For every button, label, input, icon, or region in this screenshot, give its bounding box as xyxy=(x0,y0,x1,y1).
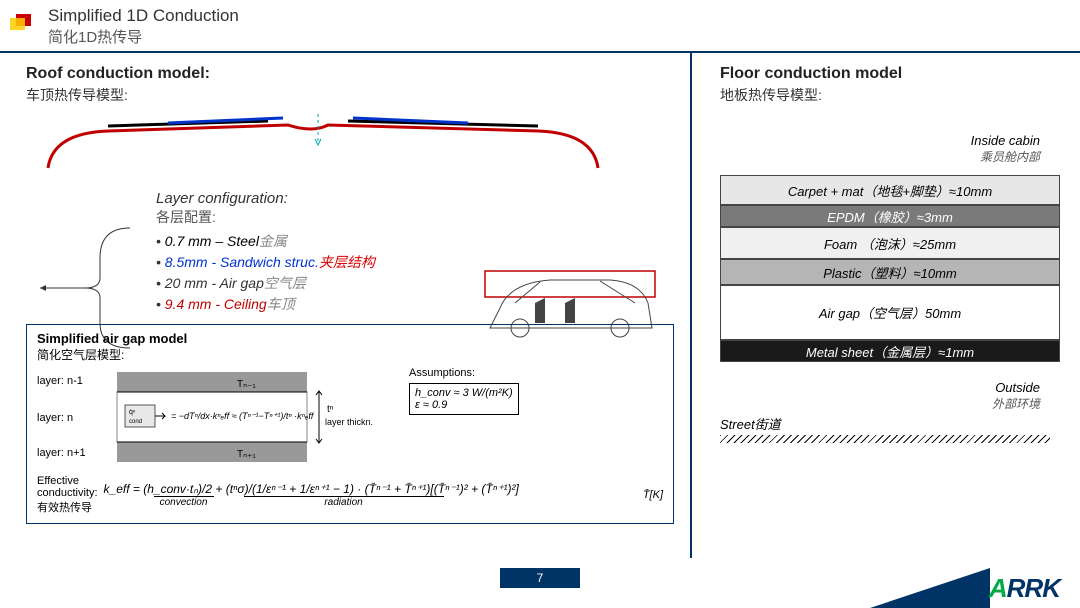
assumptions-title: Assumptions: xyxy=(409,367,519,379)
svg-text:tⁿ: tⁿ xyxy=(327,404,334,415)
radiation-label: radiation xyxy=(244,496,444,508)
airgap-title: Simplified air gap model xyxy=(37,331,663,346)
roof-profile-diagram xyxy=(18,113,618,183)
right-column: Floor conduction model 地板热传导模型: Inside c… xyxy=(692,53,1080,558)
keff-formula: k_eff = (h_conv·tₙ)/2 + (tⁿσ)/(1/εⁿ⁻¹ + … xyxy=(104,482,519,496)
street-hatch-icon xyxy=(720,435,1050,443)
svg-text:= −dTⁿ/dx·kⁿₑff ≈ (Tⁿ⁻¹−Tⁿ⁺¹)/: = −dTⁿ/dx·kⁿₑff ≈ (Tⁿ⁻¹−Tⁿ⁺¹)/tⁿ ·kⁿₑff xyxy=(171,411,315,421)
label-layer-n: layer: n xyxy=(37,412,73,424)
footer-triangle-icon xyxy=(870,568,990,608)
layer-config-sub: 各层配置: xyxy=(156,207,674,227)
svg-text:layer thickn.: layer thickn. xyxy=(325,417,373,427)
page-number: 7 xyxy=(500,568,580,588)
layer-epdm: EPDM（橡胶）≈3mm xyxy=(720,205,1060,227)
assumptions: Assumptions: h_conv ≈ 3 W/(m²K) ε ≈ 0.9 xyxy=(409,367,519,467)
svg-text:Tₙ₊₁: Tₙ₊₁ xyxy=(237,449,256,460)
brand-logo: ARRK xyxy=(989,573,1060,604)
label-layer-np1: layer: n+1 xyxy=(37,447,86,459)
roof-title: Roof conduction model: xyxy=(26,65,674,83)
layer-config-title: Layer configuration: xyxy=(156,190,674,207)
left-column: Roof conduction model: 车顶热传导模型: Layer co… xyxy=(0,53,690,558)
street-label: Street街道 xyxy=(720,414,781,433)
layer-carpet: Carpet + mat（地毯+脚垫）≈10mm xyxy=(720,175,1060,205)
outside-label: Outside 外部环境 xyxy=(720,380,1040,412)
floor-layer-stack: Inside cabin 乘员舱内部 Carpet + mat（地毯+脚垫）≈1… xyxy=(720,133,1060,443)
layer-foam: Foam （泡沫）≈25mm xyxy=(720,227,1060,259)
assumption-values: h_conv ≈ 3 W/(m²K) ε ≈ 0.9 xyxy=(409,383,519,415)
layer-metal: Metal sheet（金属层）≈1mm xyxy=(720,340,1060,362)
title-chinese: 简化1D热传导 xyxy=(48,26,239,47)
logo-icon xyxy=(10,6,40,30)
airgap-sub: 简化空气层模型: xyxy=(37,346,663,363)
layer-steel: 0.7 mm – Steel金属 xyxy=(156,231,674,251)
svg-text:q̇ⁿ: q̇ⁿ xyxy=(129,409,136,416)
layer-plastic: Plastic（塑料）≈10mm xyxy=(720,259,1060,285)
slide-header: Simplified 1D Conduction 简化1D热传导 xyxy=(0,0,1080,53)
keff-label: Effective conductivity: 有效热传导 xyxy=(37,475,98,515)
label-layer-nm1: layer: n-1 xyxy=(37,375,83,387)
keff-equation: Effective conductivity: 有效热传导 k_eff = (h… xyxy=(37,475,663,515)
slide-footer: 7 ARRK xyxy=(0,568,1080,608)
floor-subtitle: 地板热传导模型: xyxy=(720,85,1060,105)
convection-label: convection xyxy=(154,496,214,508)
t-axis-label: T̄[K] xyxy=(643,489,663,501)
svg-text:Tₙ₋₁: Tₙ₋₁ xyxy=(237,379,256,390)
inside-label: Inside cabin 乘员舱内部 xyxy=(720,133,1040,165)
airgap-diagram: Tₙ₋₁ Tₙ₊₁ q̇ⁿ cond = −dTⁿ/dx·kⁿₑff ≈ (Tⁿ⁻… xyxy=(37,367,387,467)
airgap-model-box: Simplified air gap model 简化空气层模型: Tₙ₋₁ T… xyxy=(26,324,674,524)
floor-title: Floor conduction model xyxy=(720,65,1060,83)
roof-subtitle: 车顶热传导模型: xyxy=(26,85,674,105)
title-english: Simplified 1D Conduction xyxy=(48,6,239,26)
street-row: Street街道 xyxy=(720,414,1060,433)
layer-airgap: Air gap（空气层）50mm xyxy=(720,285,1060,340)
main-content: Roof conduction model: 车顶热传导模型: Layer co… xyxy=(0,53,1080,558)
svg-text:cond: cond xyxy=(129,419,142,425)
